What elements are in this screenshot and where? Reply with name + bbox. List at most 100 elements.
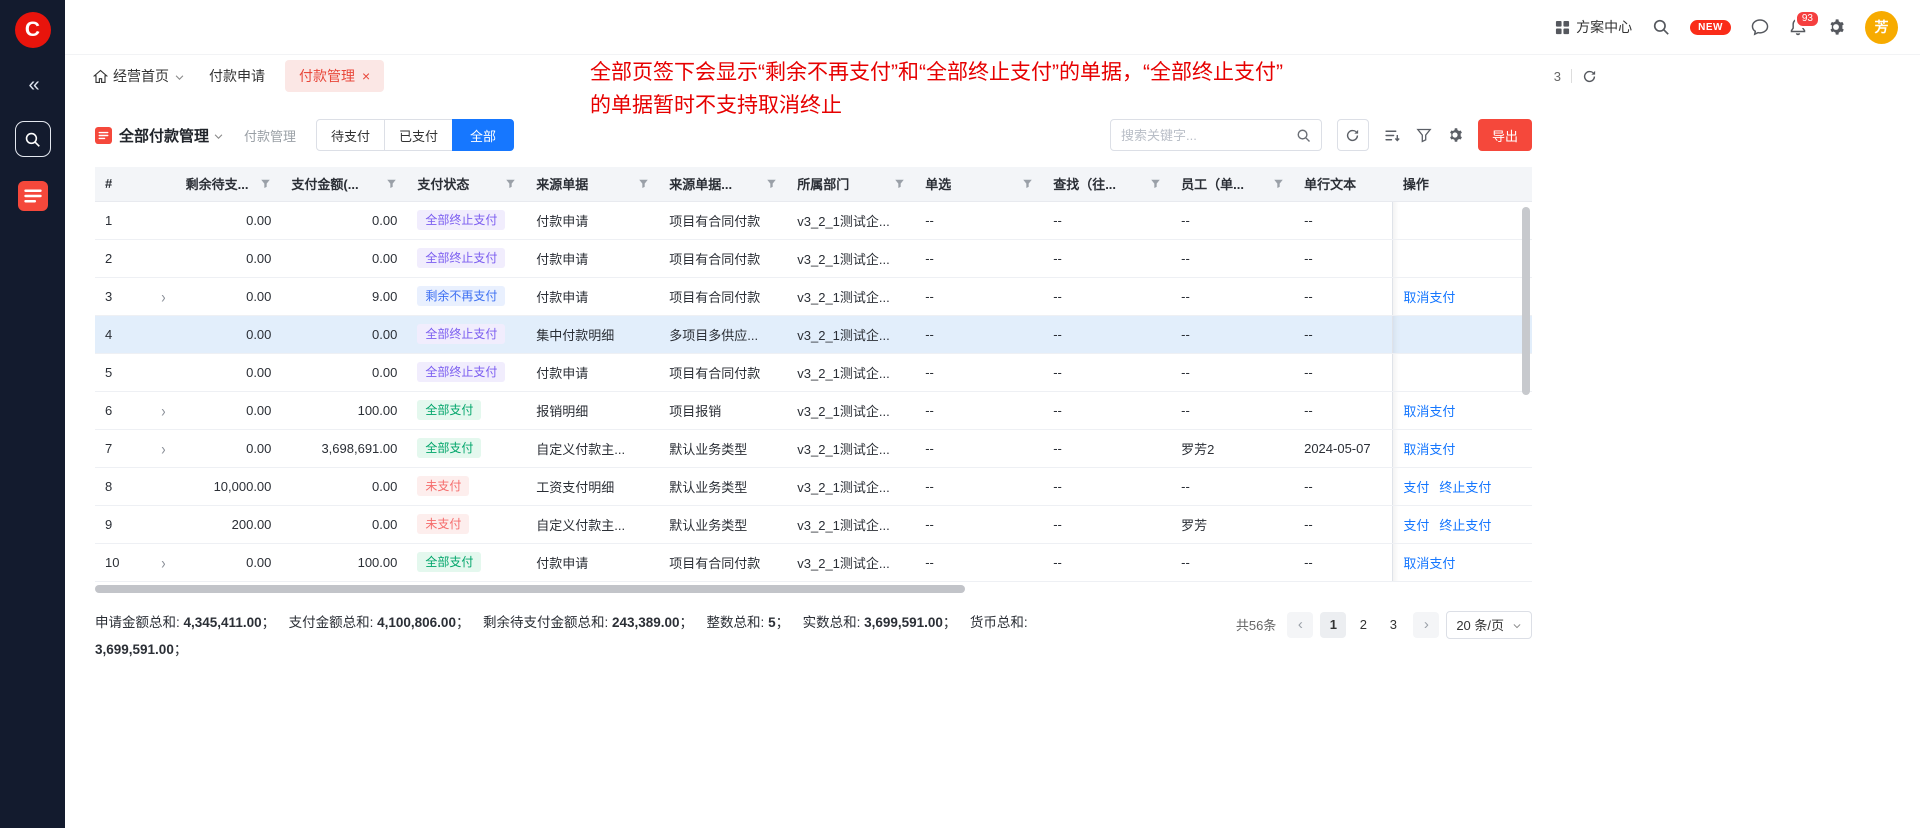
operation-link-终止支付[interactable]: 终止支付 <box>1439 480 1491 495</box>
table-row[interactable]: 10›0.00100.00全部支付付款申请项目有合同付款v3_2_1测试企...… <box>95 543 1532 581</box>
sidebar-search-icon[interactable] <box>15 121 51 157</box>
nav-tab-付款申请[interactable]: 付款申请 <box>195 60 279 92</box>
cell-source-doc: 付款申请 <box>526 277 659 315</box>
table-row[interactable]: 20.000.00全部终止支付付款申请项目有合同付款v3_2_1测试企...--… <box>95 239 1532 277</box>
column-header-4[interactable]: 来源单据 <box>526 167 659 201</box>
expand-row-icon[interactable]: › <box>161 286 165 306</box>
column-header-0[interactable]: # <box>95 167 176 201</box>
pagination-pages: 123 <box>1320 612 1406 638</box>
expand-row-icon[interactable]: › <box>161 400 165 420</box>
column-header-1[interactable]: 剩余待支... <box>176 167 282 201</box>
cell-lookup: -- <box>1043 239 1171 277</box>
filter-tab-全部[interactable]: 全部 <box>452 119 514 151</box>
export-button[interactable]: 导出 <box>1478 119 1532 151</box>
cell-payment-status: 全部终止支付 <box>407 315 526 353</box>
column-header-11[interactable]: 操作 <box>1393 167 1532 201</box>
filter-icon[interactable] <box>386 178 397 189</box>
table-row[interactable]: 6›0.00100.00全部支付报销明细项目报销v3_2_1测试企...----… <box>95 391 1532 429</box>
divider <box>1571 69 1572 83</box>
operation-link-取消支付[interactable]: 取消支付 <box>1403 290 1455 305</box>
filter-icon[interactable] <box>1022 178 1033 189</box>
cell-remaining-amount: 10,000.00 <box>176 467 282 505</box>
refresh-button[interactable] <box>1337 119 1369 151</box>
operation-link-取消支付[interactable]: 取消支付 <box>1403 442 1455 457</box>
filter-icon[interactable] <box>260 178 271 189</box>
nav-tab-付款管理[interactable]: 付款管理× <box>285 60 384 92</box>
search-box[interactable] <box>1110 119 1322 151</box>
next-page-button[interactable]: › <box>1413 612 1439 638</box>
cell-payment-status: 全部终止支付 <box>407 239 526 277</box>
page-size-select[interactable]: 20 条/页 <box>1446 611 1532 639</box>
close-icon[interactable]: × <box>362 69 370 83</box>
avatar[interactable]: 芳 <box>1865 11 1898 44</box>
column-header-10[interactable]: 单行文本 <box>1294 167 1393 201</box>
expand-row-icon[interactable]: › <box>161 438 165 458</box>
column-header-9[interactable]: 员工（单... <box>1171 167 1294 201</box>
sidebar-module-icon[interactable] <box>18 181 48 211</box>
chat-icon[interactable] <box>1751 18 1769 36</box>
tab-controls: 3 <box>1554 69 1597 84</box>
search-icon <box>24 131 41 148</box>
collapse-sidebar-icon[interactable]: « <box>28 74 36 97</box>
settings-gear-icon[interactable] <box>1827 18 1845 36</box>
summary-separator: ； <box>456 615 483 630</box>
table-row[interactable]: 9200.000.00未支付自定义付款主...默认业务类型v3_2_1测试企..… <box>95 505 1532 543</box>
chevron-down-icon[interactable] <box>213 131 224 142</box>
filter-icon[interactable] <box>1150 178 1161 189</box>
operation-link-取消支付[interactable]: 取消支付 <box>1403 404 1455 419</box>
cell-source-type: 默认业务类型 <box>659 467 787 505</box>
horizontal-scrollbar[interactable] <box>95 585 965 593</box>
page-button-3[interactable]: 3 <box>1380 612 1406 638</box>
search-icon[interactable] <box>1296 128 1311 143</box>
table-row[interactable]: 7›0.003,698,691.00全部支付自定义付款主...默认业务类型v3_… <box>95 429 1532 467</box>
column-header-7[interactable]: 单选 <box>915 167 1043 201</box>
table-row[interactable]: 50.000.00全部终止支付付款申请项目有合同付款v3_2_1测试企...--… <box>95 353 1532 391</box>
cell-payment-amount: 9.00 <box>281 277 407 315</box>
table-row[interactable]: 3›0.009.00剩余不再支付付款申请项目有合同付款v3_2_1测试企...-… <box>95 277 1532 315</box>
app-logo[interactable]: C <box>15 12 51 48</box>
column-header-6[interactable]: 所属部门 <box>787 167 915 201</box>
cell-remaining-amount: 0.00 <box>176 201 282 239</box>
cell-source-doc: 集中付款明细 <box>526 315 659 353</box>
sort-columns-icon[interactable] <box>1384 127 1401 144</box>
search-icon[interactable] <box>1652 18 1670 36</box>
page-button-2[interactable]: 2 <box>1350 612 1376 638</box>
page-title[interactable]: 全部付款管理 <box>119 125 209 146</box>
cell-remaining-amount: 0.00 <box>176 277 282 315</box>
cell-employee: -- <box>1171 391 1294 429</box>
filter-funnel-icon[interactable] <box>1416 127 1432 143</box>
column-header-5[interactable]: 来源单据... <box>659 167 787 201</box>
cell-single-text: -- <box>1294 467 1393 505</box>
filter-icon[interactable] <box>766 178 777 189</box>
filter-icon[interactable] <box>894 178 905 189</box>
search-input[interactable] <box>1121 128 1288 143</box>
operation-link-终止支付[interactable]: 终止支付 <box>1439 518 1491 533</box>
column-header-8[interactable]: 查找（往... <box>1043 167 1171 201</box>
page-button-1[interactable]: 1 <box>1320 612 1346 638</box>
table-settings-gear-icon[interactable] <box>1447 127 1463 143</box>
table-body: 10.000.00全部终止支付付款申请项目有合同付款v3_2_1测试企...--… <box>95 201 1532 581</box>
notifications-button[interactable]: 93 <box>1789 18 1807 36</box>
operation-link-支付[interactable]: 支付 <box>1403 518 1429 533</box>
cell-employee: -- <box>1171 467 1294 505</box>
breadcrumb-home[interactable]: 经营首页 <box>93 66 185 86</box>
refresh-tabs-icon[interactable] <box>1582 69 1597 84</box>
operation-link-取消支付[interactable]: 取消支付 <box>1403 556 1455 571</box>
filter-icon[interactable] <box>505 178 516 189</box>
expand-row-icon[interactable]: › <box>161 552 165 572</box>
column-header-3[interactable]: 支付状态 <box>407 167 526 201</box>
column-header-2[interactable]: 支付金额(... <box>281 167 407 201</box>
table-row[interactable]: 10.000.00全部终止支付付款申请项目有合同付款v3_2_1测试企...--… <box>95 201 1532 239</box>
cell-source-type: 项目有合同付款 <box>659 201 787 239</box>
table-row[interactable]: 810,000.000.00未支付工资支付明细默认业务类型v3_2_1测试企..… <box>95 467 1532 505</box>
filter-tab-已支付[interactable]: 已支付 <box>384 119 453 151</box>
prev-page-button[interactable]: ‹ <box>1287 612 1313 638</box>
vertical-scrollbar[interactable] <box>1522 207 1530 395</box>
filter-icon[interactable] <box>1273 178 1284 189</box>
filter-icon[interactable] <box>638 178 649 189</box>
filter-tab-待支付[interactable]: 待支付 <box>316 119 385 151</box>
scheme-center-button[interactable]: 方案中心 <box>1555 17 1632 37</box>
operation-link-支付[interactable]: 支付 <box>1403 480 1429 495</box>
tab-counter: 3 <box>1554 69 1561 84</box>
table-row[interactable]: 40.000.00全部终止支付集中付款明细多项目多供应...v3_2_1测试企.… <box>95 315 1532 353</box>
